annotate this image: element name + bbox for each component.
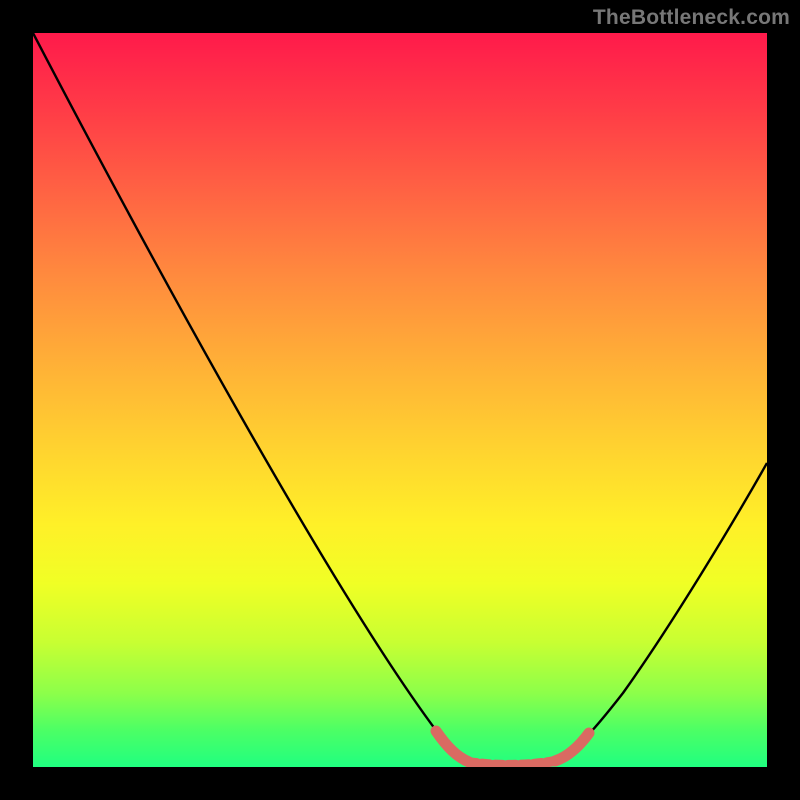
watermark-text: TheBottleneck.com (593, 6, 790, 30)
highlight-left (436, 731, 469, 762)
bottleneck-curve (33, 33, 767, 767)
highlight-right (555, 733, 589, 761)
chart-frame: TheBottleneck.com (0, 0, 800, 800)
highlight-bottom (469, 761, 555, 765)
curve-path-main (33, 33, 767, 765)
plot-area (33, 33, 767, 767)
